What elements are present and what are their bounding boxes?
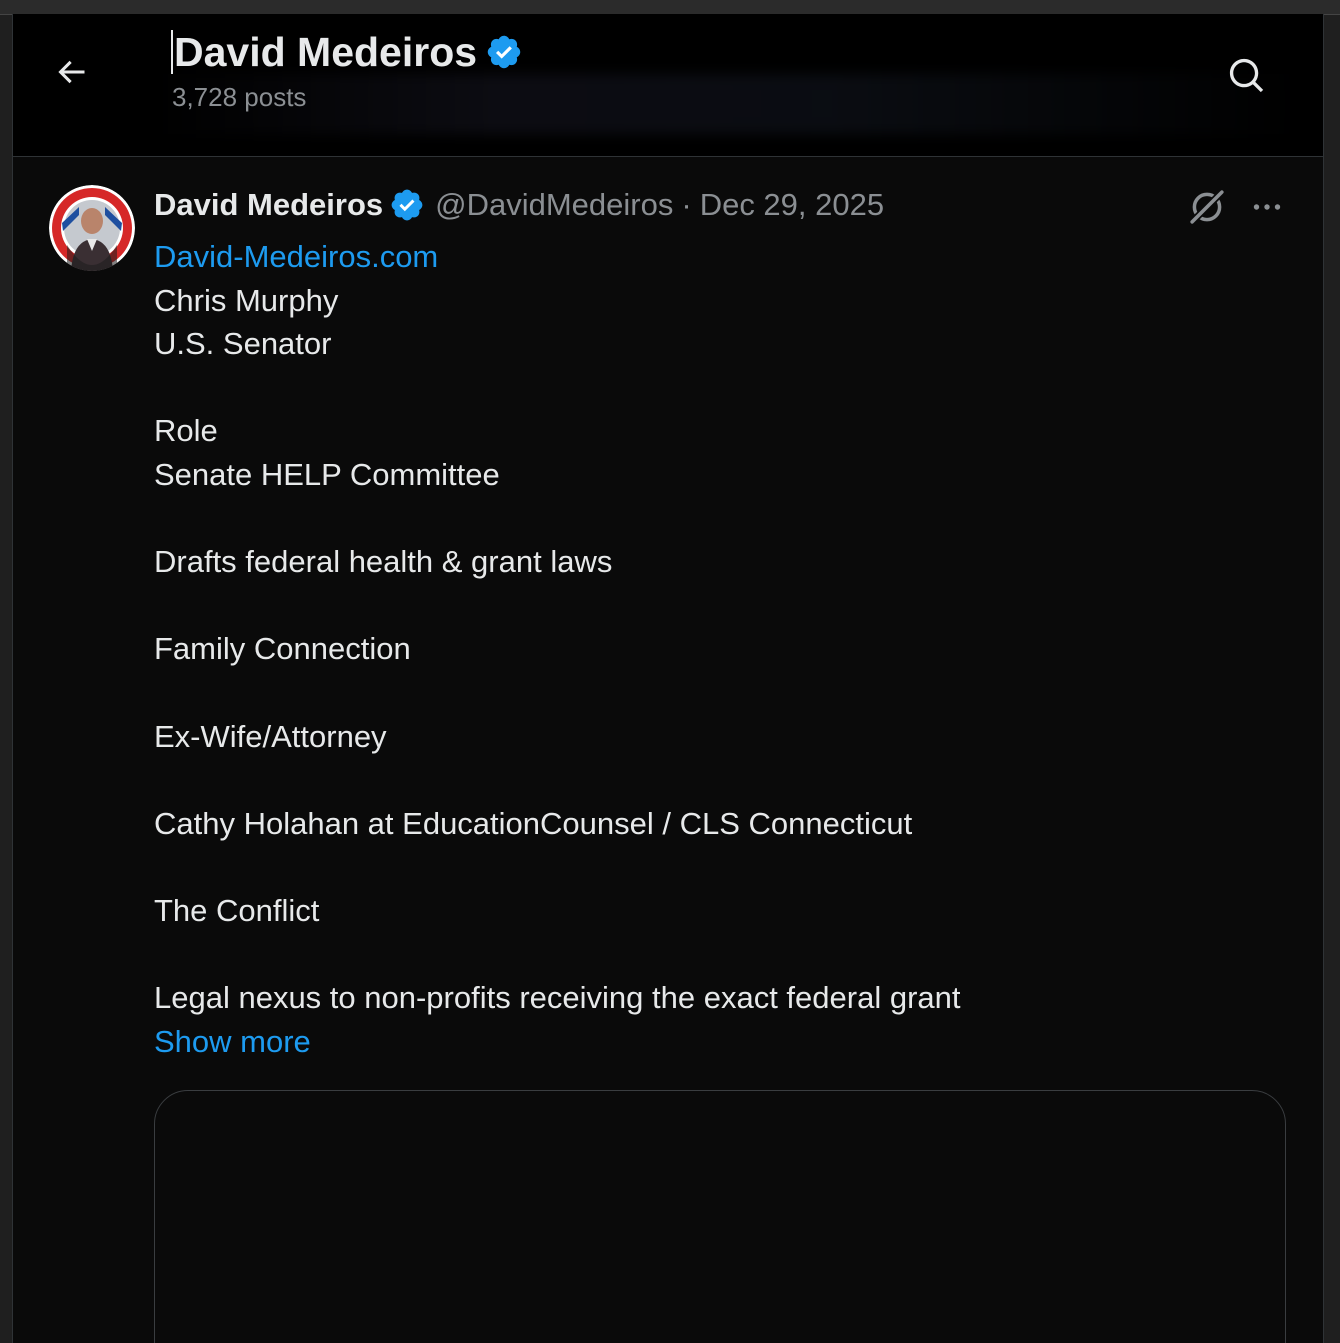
posts-count: 3,728 posts	[172, 82, 307, 112]
post-line: Legal nexus to non-profits receiving the…	[154, 980, 961, 1016]
grok-icon	[1188, 188, 1226, 226]
post-line: Drafts federal health & grant laws	[154, 544, 613, 580]
verified-badge-icon	[487, 35, 521, 69]
search-button[interactable]	[1219, 48, 1275, 104]
media-card[interactable]	[154, 1090, 1286, 1343]
author-handle[interactable]: @DavidMedeiros	[435, 187, 673, 223]
verified-badge-icon	[391, 189, 423, 221]
window-top-strip	[0, 0, 1340, 15]
more-button[interactable]	[1245, 185, 1289, 229]
show-more-link[interactable]: Show more	[154, 1020, 1284, 1064]
separator-dot: ·	[681, 187, 692, 222]
post-line	[154, 933, 1284, 977]
post-line	[154, 584, 1284, 628]
timeline-column: David Medeiros 3,728 posts David Medeiro…	[12, 14, 1324, 1343]
back-button[interactable]	[47, 48, 95, 96]
text-cursor	[171, 30, 173, 74]
post-line: Ex-Wife/Attorney	[154, 718, 387, 754]
post-line: U.S. Senator	[154, 326, 332, 362]
grok-button[interactable]	[1185, 185, 1229, 229]
more-horizontal-icon	[1253, 204, 1281, 210]
profile-header: David Medeiros 3,728 posts	[13, 14, 1323, 157]
post-line: Senate HELP Committee	[154, 456, 500, 492]
post-line: Cathy Holahan at EducationCounsel / CLS …	[154, 805, 913, 841]
post-line	[154, 845, 1284, 889]
author-name[interactable]: David Medeiros	[154, 187, 383, 223]
arrow-left-icon	[58, 60, 85, 84]
post-link[interactable]: David-Medeiros.com	[154, 235, 1284, 279]
post-line	[154, 366, 1284, 410]
post-line: Family Connection	[154, 631, 411, 667]
post-line	[154, 758, 1284, 802]
post-line	[154, 497, 1284, 541]
post-text: David-Medeiros.com Chris Murphy U.S. Sen…	[154, 235, 1284, 1063]
avatar-image	[49, 185, 135, 271]
post-line	[154, 671, 1284, 715]
post-line: The Conflict	[154, 892, 320, 928]
post-line: Role	[154, 413, 218, 449]
post[interactable]: David Medeiros @DavidMedeiros · Dec 29, …	[13, 157, 1323, 1343]
header-title-block: David Medeiros 3,728 posts	[171, 28, 523, 113]
post-line: Chris Murphy	[154, 282, 339, 318]
page-title: David Medeiros	[174, 28, 478, 75]
post-header: David Medeiros @DavidMedeiros · Dec 29, …	[154, 185, 884, 225]
avatar[interactable]	[49, 185, 135, 271]
search-icon	[1229, 58, 1264, 93]
post-date[interactable]: Dec 29, 2025	[700, 187, 884, 223]
